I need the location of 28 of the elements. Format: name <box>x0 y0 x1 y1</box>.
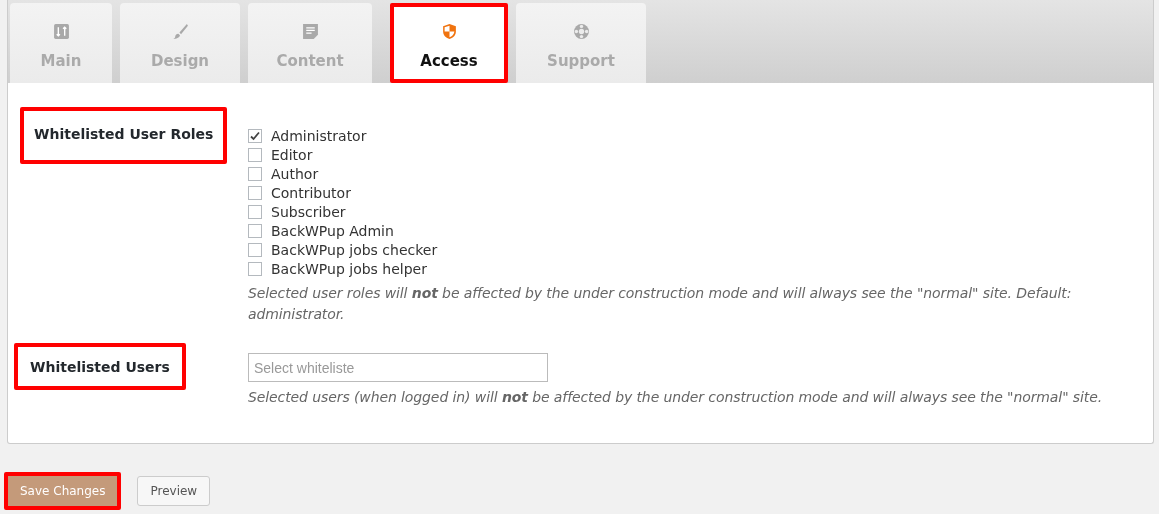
lifebuoy-icon <box>572 22 590 40</box>
checkbox[interactable] <box>248 223 262 238</box>
checkbox-label[interactable]: BackWPup jobs helper <box>271 260 427 277</box>
tab[interactable]: Access <box>390 3 508 83</box>
checkbox[interactable] <box>248 242 262 257</box>
help-text: Selected user roles will not be affected by the under construction mode and will always see the "normal" site. Default: administrator. <box>248 284 1073 324</box>
note-icon <box>301 22 319 40</box>
checkbox[interactable] <box>248 128 262 143</box>
checkbox-label[interactable]: Editor <box>271 146 313 163</box>
checkbox-label[interactable]: Contributor <box>271 184 351 201</box>
sliders-icon <box>52 22 70 40</box>
user-select-field[interactable]: Select whiteliste <box>248 353 548 382</box>
checkbox[interactable] <box>248 166 262 181</box>
brush-icon <box>171 22 189 40</box>
checkbox-label[interactable]: BackWPup jobs checker <box>271 241 438 258</box>
checkbox-label[interactable]: BackWPup Admin <box>271 222 394 239</box>
checkbox-label[interactable]: Subscriber <box>271 203 346 220</box>
checkbox[interactable] <box>248 185 262 200</box>
checkbox-label[interactable]: Administrator <box>271 127 367 144</box>
preview-button[interactable]: Preview <box>137 476 211 506</box>
checkbox[interactable] <box>248 147 262 162</box>
checkbox-label[interactable]: Author <box>271 165 319 182</box>
checkbox[interactable] <box>248 204 262 219</box>
field-label: Whitelisted Users <box>14 343 186 390</box>
field-label: Whitelisted User Roles <box>20 107 228 164</box>
checkbox[interactable] <box>248 261 262 276</box>
help-text: Selected users (when logged in) will not be affected by the under construction mode and will always see the "normal" site. <box>248 388 1104 407</box>
shield-icon <box>440 22 458 40</box>
